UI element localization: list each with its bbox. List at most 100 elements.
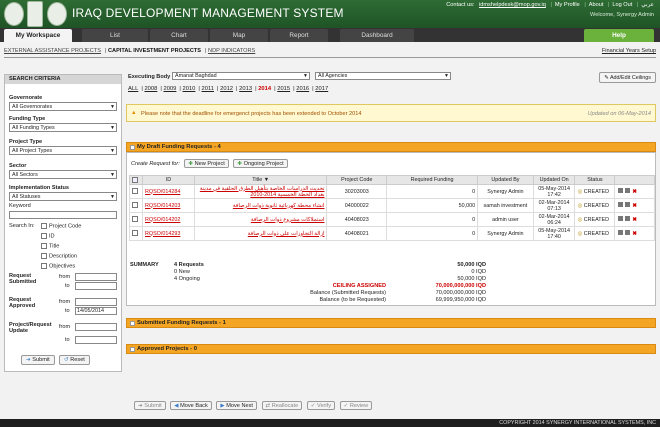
row-select[interactable] [129, 212, 143, 227]
tab-map[interactable]: Map [210, 29, 268, 42]
req-submitted-label: Request Submitted [9, 273, 37, 285]
year-2013[interactable]: 2013 [239, 86, 252, 92]
email-link[interactable]: idmshelpdesk@mop.gov.iq [479, 2, 546, 8]
tab-report[interactable]: Report [270, 29, 328, 42]
print-icon[interactable] [618, 230, 624, 235]
req-submitted-to[interactable] [75, 282, 117, 290]
year-2012[interactable]: 2012 [220, 86, 233, 92]
req-approved-to[interactable]: 14/05/2014 [75, 307, 117, 315]
col-updated-by[interactable]: Updated By [477, 175, 534, 185]
table-row[interactable]: RQSO/014202 استملاكات مشروع ذوات الرصافة 4… [129, 212, 655, 227]
edit-icon[interactable] [625, 202, 631, 207]
request-title-link[interactable]: ازالة التجاوزات على ذوات الرصافة [193, 226, 328, 241]
search-in-objectives[interactable]: Objectives [41, 263, 75, 269]
col-status[interactable]: Status [574, 175, 616, 185]
submit-button[interactable]: ➔ Submit [21, 355, 55, 365]
year-2017[interactable]: 2017 [315, 86, 328, 92]
status-select[interactable]: All Statuses ▼ [9, 192, 117, 201]
delete-icon[interactable]: ✖ [632, 189, 637, 195]
request-title-link[interactable]: انشاء محطة كهربائية ثانوية ذوات الرصافة [193, 198, 328, 213]
submit-action-button[interactable]: ➔ Submit [134, 401, 166, 410]
print-icon[interactable] [618, 216, 624, 221]
row-select[interactable] [129, 184, 143, 199]
tab-list[interactable]: List [82, 29, 148, 42]
year-2015[interactable]: 2015 [277, 86, 290, 92]
request-title-link[interactable]: تحديث الدراسات الخاصة بتأهيل الطرق الحلق… [193, 184, 328, 199]
row-select[interactable] [129, 198, 143, 213]
plus-icon: ✚ [188, 161, 194, 167]
search-in-code[interactable]: Project Code [41, 223, 81, 229]
search-in-title[interactable]: Title [41, 243, 59, 249]
year-2014[interactable]: 2014 [258, 86, 271, 92]
table-row[interactable]: RQSO/014293 ازالة التجاوزات على ذوات الرص… [129, 226, 655, 241]
governorate-select[interactable]: All Governorates ▼ [9, 102, 117, 111]
financial-years-link[interactable]: Financial Years Setup [602, 48, 656, 54]
logout-link[interactable]: Log Out [612, 2, 632, 8]
col-id[interactable]: ID [142, 175, 195, 185]
tab-dashboard[interactable]: Dashboard [340, 29, 414, 42]
subnav-external[interactable]: EXTERNAL ASSISTANCE PROJECTS [4, 48, 101, 54]
exec-body-select[interactable]: Amanat Baghdad ▼ [172, 72, 310, 80]
edit-icon[interactable] [625, 188, 631, 193]
tab-my-workspace[interactable]: My Workspace [4, 29, 72, 42]
delete-icon[interactable]: ✖ [632, 217, 637, 223]
select-all[interactable] [129, 175, 143, 185]
year-2016[interactable]: 2016 [296, 86, 309, 92]
ongoing-project-button[interactable]: ✚ Ongoing Project [233, 159, 288, 168]
proj-update-from[interactable] [75, 323, 117, 331]
my-profile-link[interactable]: My Profile [555, 2, 580, 8]
checkbox-icon [41, 223, 47, 229]
year-2010[interactable]: 2010 [183, 86, 196, 92]
table-row[interactable]: RQSO/014203 انشاء محطة كهربائية ثانوية ذو… [129, 198, 655, 213]
new-project-button[interactable]: ✚ New Project [184, 159, 229, 168]
reallocate-button[interactable]: ⇄ Reallocate [261, 401, 303, 410]
verify-button[interactable]: ✓ Verify [306, 401, 336, 410]
arabic-link[interactable]: عربي [641, 2, 654, 8]
request-title-link[interactable]: استملاكات مشروع ذوات الرصافة [193, 212, 328, 227]
move-back-button[interactable]: ◀ Move Back [170, 401, 212, 410]
review-button[interactable]: ✓ Review [339, 401, 373, 410]
request-id-link[interactable]: RQSO/014284 [145, 189, 180, 195]
delete-icon[interactable]: ✖ [632, 231, 637, 237]
keyword-input[interactable] [9, 211, 117, 219]
edit-icon[interactable] [625, 230, 631, 235]
col-updated-on[interactable]: Updated On [532, 175, 576, 185]
help-button[interactable]: Help [584, 29, 654, 42]
reset-button[interactable]: ↺ Reset [59, 355, 90, 365]
subnav-capital[interactable]: CAPITAL INVESTMENT PROJECTS [108, 48, 201, 54]
col-title[interactable]: Title ▼ [193, 175, 328, 185]
sector-select[interactable]: All Sectors ▼ [9, 170, 117, 179]
subnav-ndp[interactable]: NDP INDICATORS [208, 48, 255, 54]
submitted-section-header[interactable]: Submitted Funding Requests - 1 [126, 318, 656, 328]
request-id-link[interactable]: RQSO/014293 [145, 231, 180, 237]
print-icon[interactable] [618, 188, 624, 193]
print-icon[interactable] [618, 202, 624, 207]
delete-icon[interactable]: ✖ [632, 203, 637, 209]
table-row[interactable]: RQSO/014284 تحديث الدراسات الخاصة بتأهيل … [129, 184, 655, 199]
summary-line-0: 4 Requests [174, 262, 204, 268]
year-2008[interactable]: 2008 [144, 86, 157, 92]
funding-select[interactable]: All Funding Types ▼ [9, 123, 117, 132]
col-code[interactable]: Project Code [326, 175, 388, 185]
agency-select[interactable]: All Agencies ▼ [315, 72, 451, 80]
edit-icon[interactable] [625, 216, 631, 221]
draft-section-header[interactable]: My Draft Funding Requests - 4 [126, 142, 656, 152]
req-submitted-from[interactable] [75, 273, 117, 281]
year-2009[interactable]: 2009 [163, 86, 176, 92]
search-in-id[interactable]: ID [41, 233, 55, 239]
about-link[interactable]: About [589, 2, 604, 8]
move-next-button[interactable]: ▶ Move Next [216, 401, 257, 410]
req-approved-from[interactable] [75, 298, 117, 306]
row-select[interactable] [129, 226, 143, 241]
ptype-select[interactable]: All Project Types ▼ [9, 146, 117, 155]
proj-update-to[interactable] [75, 336, 117, 344]
approved-section-header[interactable]: Approved Projects - 0 [126, 344, 656, 354]
add-edit-ceilings-button[interactable]: ✎ Add/Edit Ceilings [599, 72, 656, 83]
tab-chart[interactable]: Chart [150, 29, 208, 42]
year-2011[interactable]: 2011 [202, 86, 214, 92]
col-funding[interactable]: Required Funding [386, 175, 479, 185]
search-in-description[interactable]: Description [41, 253, 77, 259]
request-id-link[interactable]: RQSO/014203 [145, 203, 180, 209]
request-id-link[interactable]: RQSO/014202 [145, 217, 180, 223]
year-all[interactable]: ALL [128, 86, 138, 92]
